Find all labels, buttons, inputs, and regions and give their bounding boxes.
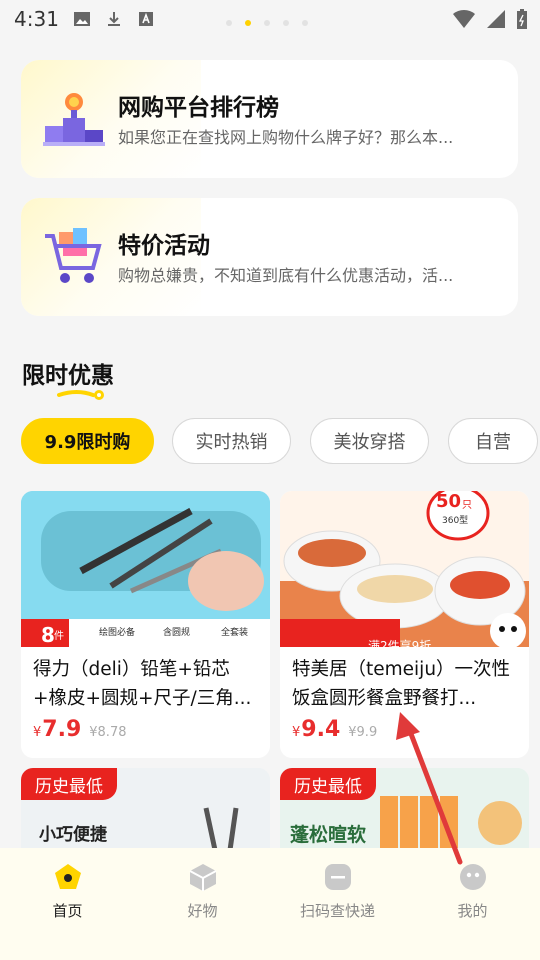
feature-title: 网购平台排行榜 [118,95,279,121]
pack-size: 360型 [442,516,469,526]
product-image: 8 件 绘图必备 含圆规 全套装 [21,491,270,647]
image-caption: 小巧便捷 [39,825,107,845]
nav-label: 扫码查快递 [299,902,375,920]
original-price: ¥9.9 [348,725,378,740]
feature-desc: 购物总嫌贵，不知道到底有什么优惠活动，活... [118,266,454,285]
feature-desc: 如果您正在查找网上购物什么牌子好？那么本... [118,128,454,147]
nav-goods[interactable]: 好物 [135,848,270,960]
product-image: 50 只 360型 满2件享9折 [280,491,529,647]
product-name: 得力（deli）铅笔+铅芯+橡皮+圆规+尺子/三角... [33,659,252,709]
podium-icon [43,93,105,146]
lowest-price-badge: 历史最低 [280,768,376,800]
tab-hot-sales[interactable]: 实时热销 [172,418,291,464]
page-indicator [226,20,308,26]
nav-label: 首页 [52,902,83,920]
image-caption: 蓬松暄软 [290,824,367,846]
profile-icon [459,864,486,890]
shopping-cart-icon [45,228,102,283]
currency-symbol: ¥ [292,725,301,740]
wifi-icon [453,9,475,28]
product-name: 特美居（temeiju）一次性饭盒圆形餐盒野餐打... [292,659,511,709]
price-row: ¥ 9.4 ¥9.9 [292,717,377,742]
product-card[interactable]: 50 只 360型 满2件享9折 特美居（temeiju）一次性饭盒圆形餐盒野餐… [280,491,529,758]
nav-scan-express[interactable]: 扫码查快递 [270,848,405,960]
home-icon [54,864,81,889]
title-underline [57,390,104,400]
tab-beauty-fashion[interactable]: 美妆穿搭 [310,418,429,464]
currency-symbol: ¥ [33,725,42,740]
nav-home[interactable]: 首页 [0,848,135,960]
piece-unit: 件 [54,631,64,642]
font-icon [138,12,153,26]
image-tag: 全套装 [221,628,249,638]
image-tag: 含圆规 [163,628,191,638]
image-tag: 绘图必备 [99,628,136,638]
download-icon [107,12,120,26]
pack-count: 50 [436,491,462,512]
price-row: ¥ 7.9 ¥8.78 [33,717,126,742]
tab-flash-sale[interactable]: 9.9限时购 [21,418,154,464]
pack-unit: 只 [462,500,472,511]
cube-icon [189,864,216,891]
signal-icon [487,10,505,28]
product-card[interactable]: 8 件 绘图必备 含圆规 全套装 得力（deli）铅笔+铅芯+橡皮+圆规+尺子/… [21,491,270,758]
bottom-nav: 首页 好物 扫码查快递 我的 [0,848,540,960]
feature-title: 特价活动 [118,233,210,259]
sale-price: 7.9 [42,717,82,742]
status-time: 4:31 [14,7,59,31]
nav-profile[interactable]: 我的 [405,848,540,960]
battery-icon [517,9,527,29]
sale-price: 9.4 [301,717,341,742]
section-title: 限时优惠 [22,363,114,389]
scan-icon [324,864,351,890]
status-bar: 4:31 [0,0,540,38]
piece-count: 8 [41,623,55,647]
promo-tag: 满2件享9折 [368,639,432,647]
lowest-price-badge: 历史最低 [21,768,117,800]
image-icon [73,12,90,26]
tab-self-operated[interactable]: 自营 [448,418,538,464]
deals-card[interactable]: 特价活动 购物总嫌贵，不知道到底有什么优惠活动，活... [21,198,518,316]
original-price: ¥8.78 [89,725,127,740]
ranking-card[interactable]: 网购平台排行榜 如果您正在查找网上购物什么牌子好？那么本... [21,60,518,178]
nav-label: 我的 [457,902,488,920]
nav-label: 好物 [187,902,218,920]
